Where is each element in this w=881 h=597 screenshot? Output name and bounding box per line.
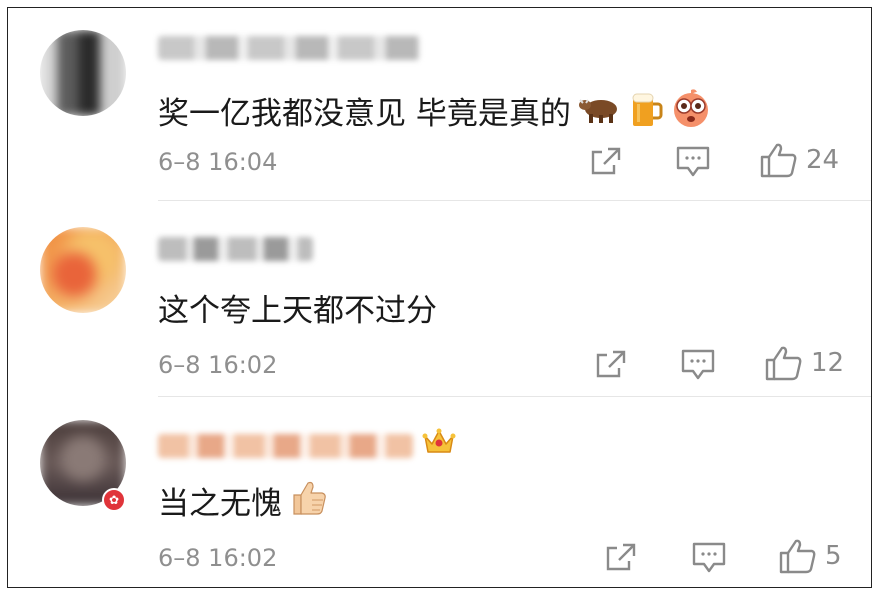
comment-text: 奖一亿我都没意见 毕竟是真的	[158, 96, 571, 132]
comment-icon	[681, 349, 715, 380]
reply-button[interactable]	[676, 146, 710, 178]
like-count: 5	[825, 541, 842, 571]
share-button[interactable]	[605, 542, 637, 572]
like-button[interactable]: 24	[760, 142, 839, 178]
comment-text-row: 这个夸上天都不过分	[158, 285, 437, 330]
username-blurred[interactable]	[158, 434, 413, 458]
vip-crown-icon	[422, 426, 456, 456]
surprised-face-emoji	[669, 86, 713, 135]
share-icon	[596, 350, 626, 378]
comment-item: 这个夸上天都不过分 6–8 16:02 12	[8, 203, 871, 398]
share-icon	[606, 543, 636, 571]
reply-button[interactable]	[681, 349, 715, 381]
divider	[158, 200, 871, 201]
like-count: 12	[811, 348, 845, 378]
comment-text-row: 奖一亿我都没意见 毕竟是真的	[158, 86, 713, 135]
thumbs-up-emoji	[288, 479, 328, 522]
comment-item: ✿ 当之无愧 6–8 16:02 5	[8, 398, 871, 589]
comment-text: 当之无愧	[158, 486, 282, 522]
comment-text-row: 当之无愧	[158, 478, 328, 523]
like-button[interactable]: 5	[779, 538, 842, 574]
share-icon	[591, 147, 621, 175]
timestamp: 6–8 16:04	[158, 148, 278, 176]
comment-list: 奖一亿我都没意见 毕竟是真的 6–8 16:04 24 这个夸上天都不过分 6–…	[7, 7, 872, 588]
username-blurred[interactable]	[158, 36, 420, 60]
reply-button[interactable]	[692, 542, 726, 574]
comment-icon	[692, 542, 726, 573]
timestamp: 6–8 16:02	[158, 544, 278, 572]
share-button[interactable]	[590, 146, 622, 176]
like-button[interactable]: 12	[765, 345, 844, 381]
cow-emoji	[577, 92, 623, 129]
share-button[interactable]	[595, 349, 627, 379]
beer-emoji	[629, 88, 663, 133]
thumbs-up-icon	[765, 346, 802, 381]
divider	[158, 396, 871, 397]
timestamp: 6–8 16:02	[158, 351, 278, 379]
like-count: 24	[806, 145, 840, 175]
comment-text: 这个夸上天都不过分	[158, 293, 437, 329]
avatar[interactable]	[40, 227, 126, 313]
thumbs-up-icon	[779, 539, 816, 574]
verified-badge: ✿	[102, 488, 126, 512]
username-blurred[interactable]	[158, 237, 313, 261]
avatar[interactable]	[40, 30, 126, 116]
comment-item: 奖一亿我都没意见 毕竟是真的 6–8 16:04 24	[8, 8, 871, 203]
thumbs-up-icon	[760, 143, 797, 178]
comment-icon	[676, 146, 710, 177]
